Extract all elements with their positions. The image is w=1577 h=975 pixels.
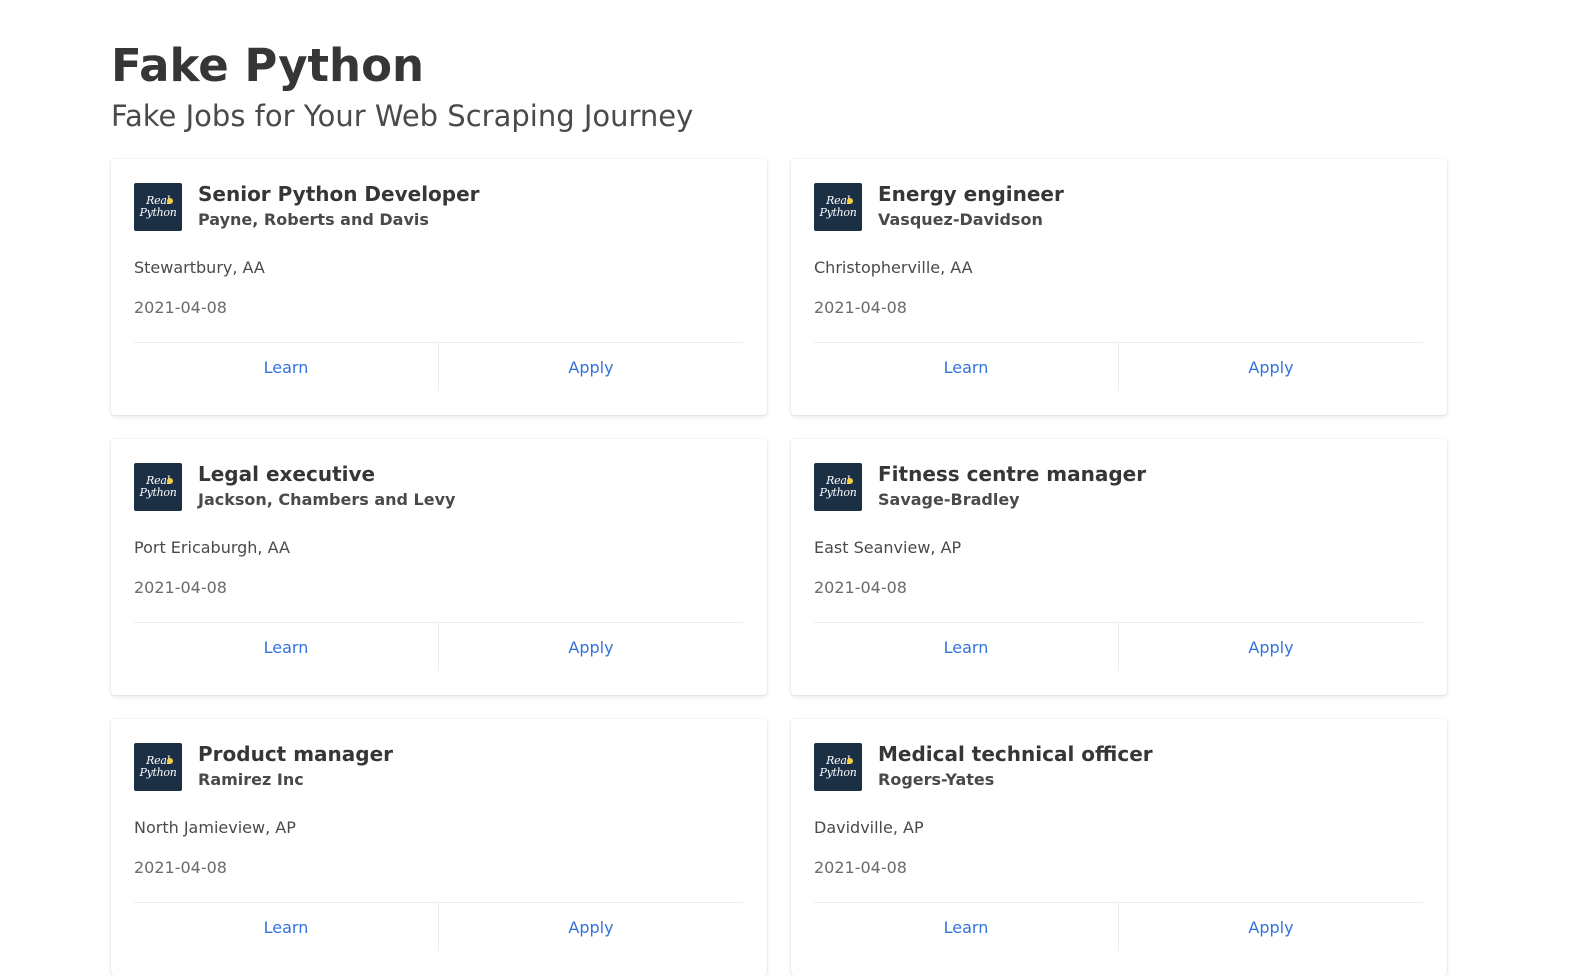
- job-location: Christopherville, AA: [814, 258, 973, 277]
- card-content: Real Python Legal executive Jackson, Cha…: [111, 439, 767, 599]
- card-content: Real Python Energy engineer Vasquez-Davi…: [791, 159, 1447, 319]
- job-heading: Legal executive Jackson, Chambers and Le…: [198, 461, 455, 511]
- job-card: Real Python Energy engineer Vasquez-Davi…: [791, 159, 1447, 415]
- job-title: Energy engineer: [878, 182, 1064, 206]
- job-location: North Jamieview, AP: [134, 818, 296, 837]
- logo-text-python: Python: [819, 766, 857, 779]
- job-heading: Product manager Ramirez Inc: [198, 741, 393, 791]
- card-header: Real Python Energy engineer Vasquez-Davi…: [814, 181, 1423, 231]
- apply-link[interactable]: Apply: [438, 903, 743, 951]
- card-footer: Learn Apply: [814, 342, 1423, 391]
- logo-text-python: Python: [819, 486, 857, 499]
- learn-link[interactable]: Learn: [814, 903, 1118, 951]
- job-location: Davidville, AP: [814, 818, 924, 837]
- job-cards-grid: Real Python Senior Python Developer Payn…: [111, 159, 1447, 975]
- job-location: East Seanview, AP: [814, 538, 962, 557]
- card-footer: Learn Apply: [134, 622, 743, 671]
- logo-dot-icon: [847, 758, 853, 764]
- job-title: Senior Python Developer: [198, 182, 480, 206]
- card-footer: Learn Apply: [814, 622, 1423, 671]
- real-python-logo: Real Python: [814, 463, 862, 511]
- logo-text-python: Python: [139, 766, 177, 779]
- card-header: Real Python Fitness centre manager Savag…: [814, 461, 1423, 511]
- job-card: Real Python Senior Python Developer Payn…: [111, 159, 767, 415]
- real-python-logo: Real Python: [134, 463, 182, 511]
- card-content: Real Python Product manager Ramirez Inc …: [111, 719, 767, 879]
- company-name: Payne, Roberts and Davis: [198, 210, 429, 229]
- real-python-logo: Real Python: [814, 743, 862, 791]
- apply-link[interactable]: Apply: [438, 623, 743, 671]
- company-name: Jackson, Chambers and Levy: [198, 490, 456, 509]
- company-name: Ramirez Inc: [198, 770, 304, 789]
- logo-dot-icon: [167, 478, 173, 484]
- card-header: Real Python Medical technical officer Ro…: [814, 741, 1423, 791]
- page-subtitle: Fake Jobs for Your Web Scraping Journey: [111, 99, 694, 133]
- real-python-logo: Real Python: [814, 183, 862, 231]
- logo-dot-icon: [847, 478, 853, 484]
- job-title: Medical technical officer: [878, 742, 1153, 766]
- job-date: 2021-04-08: [134, 578, 227, 597]
- learn-link[interactable]: Learn: [814, 343, 1118, 391]
- apply-link[interactable]: Apply: [1118, 343, 1423, 391]
- company-name: Savage-Bradley: [878, 490, 1020, 509]
- logo-text-python: Python: [139, 486, 177, 499]
- apply-link[interactable]: Apply: [1118, 903, 1423, 951]
- job-date: 2021-04-08: [814, 858, 907, 877]
- apply-link[interactable]: Apply: [438, 343, 743, 391]
- job-title: Fitness centre manager: [878, 462, 1147, 486]
- real-python-logo: Real Python: [134, 743, 182, 791]
- card-content: Real Python Senior Python Developer Payn…: [111, 159, 767, 319]
- logo-text-python: Python: [139, 206, 177, 219]
- job-date: 2021-04-08: [134, 298, 227, 317]
- card-header: Real Python Product manager Ramirez Inc: [134, 741, 743, 791]
- card-content: Real Python Medical technical officer Ro…: [791, 719, 1447, 879]
- job-heading: Fitness centre manager Savage-Bradley: [878, 461, 1146, 511]
- job-card: Real Python Legal executive Jackson, Cha…: [111, 439, 767, 695]
- job-title: Legal executive: [198, 462, 376, 486]
- card-footer: Learn Apply: [814, 902, 1423, 951]
- job-card: Real Python Product manager Ramirez Inc …: [111, 719, 767, 975]
- card-header: Real Python Legal executive Jackson, Cha…: [134, 461, 743, 511]
- learn-link[interactable]: Learn: [814, 623, 1118, 671]
- job-location: Stewartbury, AA: [134, 258, 265, 277]
- real-python-logo: Real Python: [134, 183, 182, 231]
- logo-dot-icon: [847, 198, 853, 204]
- apply-link[interactable]: Apply: [1118, 623, 1423, 671]
- job-location: Port Ericaburgh, AA: [134, 538, 290, 557]
- job-card: Real Python Fitness centre manager Savag…: [791, 439, 1447, 695]
- job-date: 2021-04-08: [814, 298, 907, 317]
- learn-link[interactable]: Learn: [134, 623, 438, 671]
- job-date: 2021-04-08: [814, 578, 907, 597]
- card-footer: Learn Apply: [134, 902, 743, 951]
- job-card: Real Python Medical technical officer Ro…: [791, 719, 1447, 975]
- card-header: Real Python Senior Python Developer Payn…: [134, 181, 743, 231]
- learn-link[interactable]: Learn: [134, 343, 438, 391]
- job-heading: Energy engineer Vasquez-Davidson: [878, 181, 1064, 231]
- job-title: Product manager: [198, 742, 394, 766]
- job-heading: Senior Python Developer Payne, Roberts a…: [198, 181, 480, 231]
- company-name: Vasquez-Davidson: [878, 210, 1043, 229]
- learn-link[interactable]: Learn: [134, 903, 438, 951]
- job-heading: Medical technical officer Rogers-Yates: [878, 741, 1153, 791]
- card-content: Real Python Fitness centre manager Savag…: [791, 439, 1447, 599]
- company-name: Rogers-Yates: [878, 770, 995, 789]
- logo-dot-icon: [167, 758, 173, 764]
- logo-text-python: Python: [819, 206, 857, 219]
- logo-dot-icon: [167, 198, 173, 204]
- page-title: Fake Python: [111, 39, 425, 92]
- card-footer: Learn Apply: [134, 342, 743, 391]
- job-date: 2021-04-08: [134, 858, 227, 877]
